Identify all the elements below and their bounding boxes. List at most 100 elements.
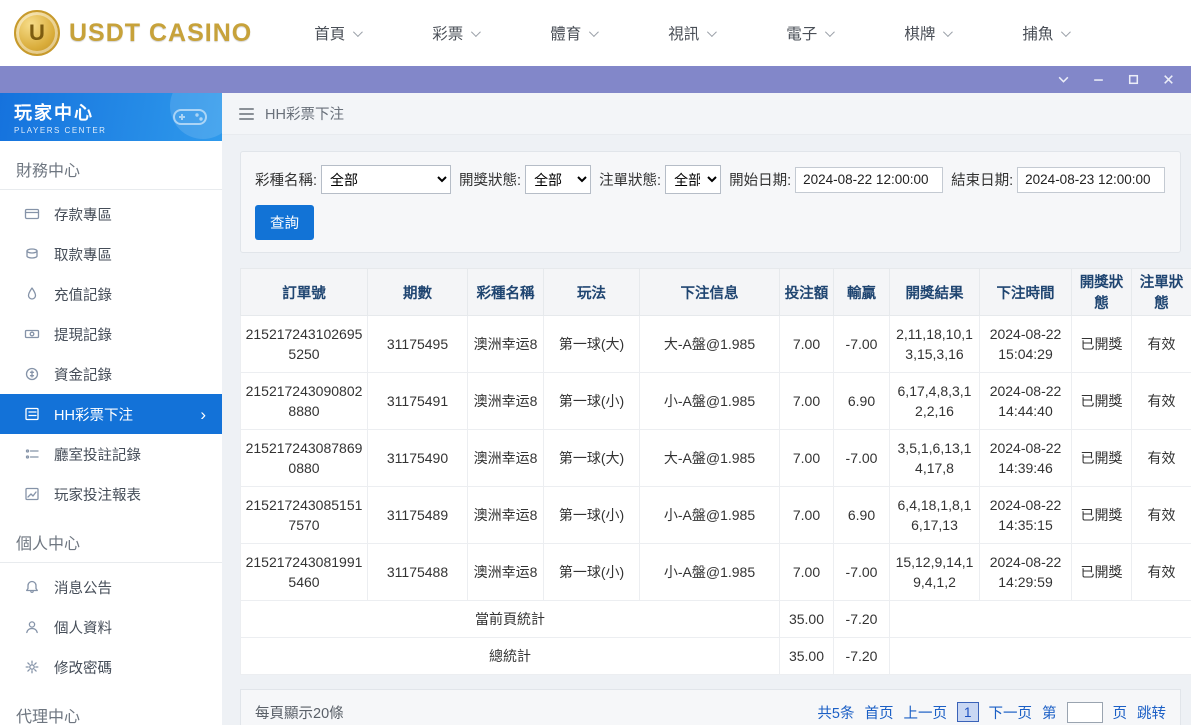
table-cell: 第一球(大)	[544, 316, 640, 373]
sidebar-item-player-bet-report[interactable]: 玩家投注報表	[0, 474, 222, 514]
bets-table: 訂單號期數彩種名稱玩法下注信息投注額輸贏開獎結果下注時間開獎狀態注單狀態 215…	[240, 268, 1191, 675]
start-date-input[interactable]	[795, 167, 943, 193]
chevron-right-icon: ›	[200, 406, 206, 423]
table-cell: 3,5,1,6,13,14,17,8	[890, 430, 980, 487]
lottery-name-label: 彩種名稱:	[255, 169, 317, 190]
table-cell: 6.90	[834, 487, 890, 544]
nav-item-slots[interactable]: 電子	[786, 22, 832, 44]
chevron-down-icon[interactable]	[1057, 73, 1070, 86]
column-header: 下注信息	[640, 269, 780, 316]
column-header: 下注時間	[980, 269, 1072, 316]
close-button[interactable]	[1162, 73, 1175, 86]
nav-item-sports[interactable]: 體育	[550, 22, 596, 44]
table-cell: -7.00	[834, 430, 890, 487]
sidebar-sections: 財務中心存款專區取款專區充值記錄提現記錄資金記錄HH彩票下注›廳室投註記錄玩家投…	[0, 141, 222, 725]
table-cell: 31175488	[368, 544, 468, 601]
table-cell: 31175491	[368, 373, 468, 430]
end-date-input[interactable]	[1017, 167, 1165, 193]
table-cell: 澳洲幸运8	[468, 316, 544, 373]
sidebar-item-change-password[interactable]: 修改密碼	[0, 647, 222, 687]
table-cell: 第一球(大)	[544, 430, 640, 487]
chevron-down-icon	[471, 27, 481, 37]
bet-status-select[interactable]: 全部	[665, 165, 721, 194]
sidebar-section-title: 個人中心	[0, 514, 222, 563]
nav-item-fishing[interactable]: 捕魚	[1022, 22, 1068, 44]
sidebar-item-deposit[interactable]: 存款專區	[0, 194, 222, 234]
breadcrumb: HH彩票下注	[222, 93, 1191, 135]
table-cell: 2152172430851517570	[241, 487, 368, 544]
sidebar-item-hh-lottery-bets[interactable]: HH彩票下注›	[0, 394, 222, 434]
gamepad-icon	[172, 105, 208, 129]
table-cell: 已開獎	[1072, 430, 1132, 487]
sidebar-item-profile[interactable]: 個人資料	[0, 607, 222, 647]
sidebar-item-hall-bet-records[interactable]: 廳室投註記錄	[0, 434, 222, 474]
column-header: 輸贏	[834, 269, 890, 316]
sidebar-item-recharge-records[interactable]: 充值記錄	[0, 274, 222, 314]
sidebar: 玩家中心 PLAYERS CENTER 財務中心存款專區取款專區充值記錄提現記錄…	[0, 93, 222, 725]
table-row: 215217243081991546031175488澳洲幸运8第一球(小)小-…	[241, 544, 1191, 601]
sidebar-section-title: 代理中心	[0, 687, 222, 725]
jump-button[interactable]: 跳转	[1137, 702, 1166, 723]
end-date-label: 結束日期:	[951, 169, 1013, 190]
table-cell: 7.00	[780, 544, 834, 601]
table-cell: -7.00	[834, 316, 890, 373]
bell-icon	[24, 579, 40, 595]
chevron-down-icon	[353, 27, 363, 37]
table-cell: 小-A盤@1.985	[640, 544, 780, 601]
table-cell: 大-A盤@1.985	[640, 430, 780, 487]
page-total-row: 當前頁統計 35.00 -7.20	[241, 601, 1191, 638]
first-page-link[interactable]: 首页	[864, 702, 893, 723]
draw-status-select[interactable]: 全部	[525, 165, 591, 194]
hall-icon	[24, 446, 40, 462]
nav-item-live[interactable]: 視訊	[668, 22, 714, 44]
table-cell: 大-A盤@1.985	[640, 316, 780, 373]
table-cell: 2152172431026955250	[241, 316, 368, 373]
prev-page-link[interactable]: 上一页	[903, 702, 947, 723]
table-cell: 2024-08-22 15:04:29	[980, 316, 1072, 373]
report-icon	[24, 486, 40, 502]
draw-status-label: 開獎狀態:	[459, 169, 521, 190]
lottery-name-select[interactable]: 全部	[321, 165, 451, 194]
table-cell: 小-A盤@1.985	[640, 487, 780, 544]
sidebar-item-withdrawal-records[interactable]: 提現記錄	[0, 314, 222, 354]
table-cell: 第一球(小)	[544, 544, 640, 601]
nav-item-lottery[interactable]: 彩票	[432, 22, 478, 44]
table-cell: 2024-08-22 14:29:59	[980, 544, 1072, 601]
table-cell: 澳洲幸运8	[468, 373, 544, 430]
grand-total-row: 總統計 35.00 -7.20	[241, 638, 1191, 675]
table-cell: -7.00	[834, 544, 890, 601]
table-cell: 7.00	[780, 487, 834, 544]
table-cell: 2152172430908028880	[241, 373, 368, 430]
column-header: 訂單號	[241, 269, 368, 316]
table-cell: 7.00	[780, 430, 834, 487]
sidebar-item-announcements[interactable]: 消息公告	[0, 567, 222, 607]
table-cell: 有效	[1132, 544, 1191, 601]
query-button[interactable]: 查詢	[255, 205, 314, 240]
table-cell: 澳洲幸运8	[468, 544, 544, 601]
current-page-indicator[interactable]: 1	[957, 702, 979, 722]
sidebar-section-title: 財務中心	[0, 141, 222, 190]
gear-icon	[24, 659, 40, 675]
table-cell: 2152172430878690880	[241, 430, 368, 487]
next-page-link[interactable]: 下一页	[989, 702, 1033, 723]
sidebar-item-funds-records[interactable]: 資金記錄	[0, 354, 222, 394]
top-header: U USDT CASINO 首頁彩票體育視訊電子棋牌捕魚	[0, 0, 1191, 66]
jump-prefix-label: 第	[1042, 702, 1057, 723]
maximize-button[interactable]	[1127, 73, 1140, 86]
nav-item-chess[interactable]: 棋牌	[904, 22, 950, 44]
table-cell: 已開獎	[1072, 487, 1132, 544]
recharge-icon	[24, 286, 40, 302]
sidebar-header: 玩家中心 PLAYERS CENTER	[0, 93, 222, 141]
deposit-icon	[24, 206, 40, 222]
cashout-icon	[24, 326, 40, 342]
start-date-label: 開始日期:	[729, 169, 791, 190]
column-header: 期數	[368, 269, 468, 316]
sidebar-item-withdraw[interactable]: 取款專區	[0, 234, 222, 274]
menu-icon[interactable]	[239, 108, 254, 120]
minimize-button[interactable]	[1092, 73, 1105, 86]
chevron-down-icon	[1061, 27, 1071, 37]
nav-item-home[interactable]: 首頁	[314, 22, 360, 44]
column-header: 注單狀態	[1132, 269, 1191, 316]
page-title: HH彩票下注	[265, 103, 344, 124]
page-jump-input[interactable]	[1067, 702, 1103, 723]
